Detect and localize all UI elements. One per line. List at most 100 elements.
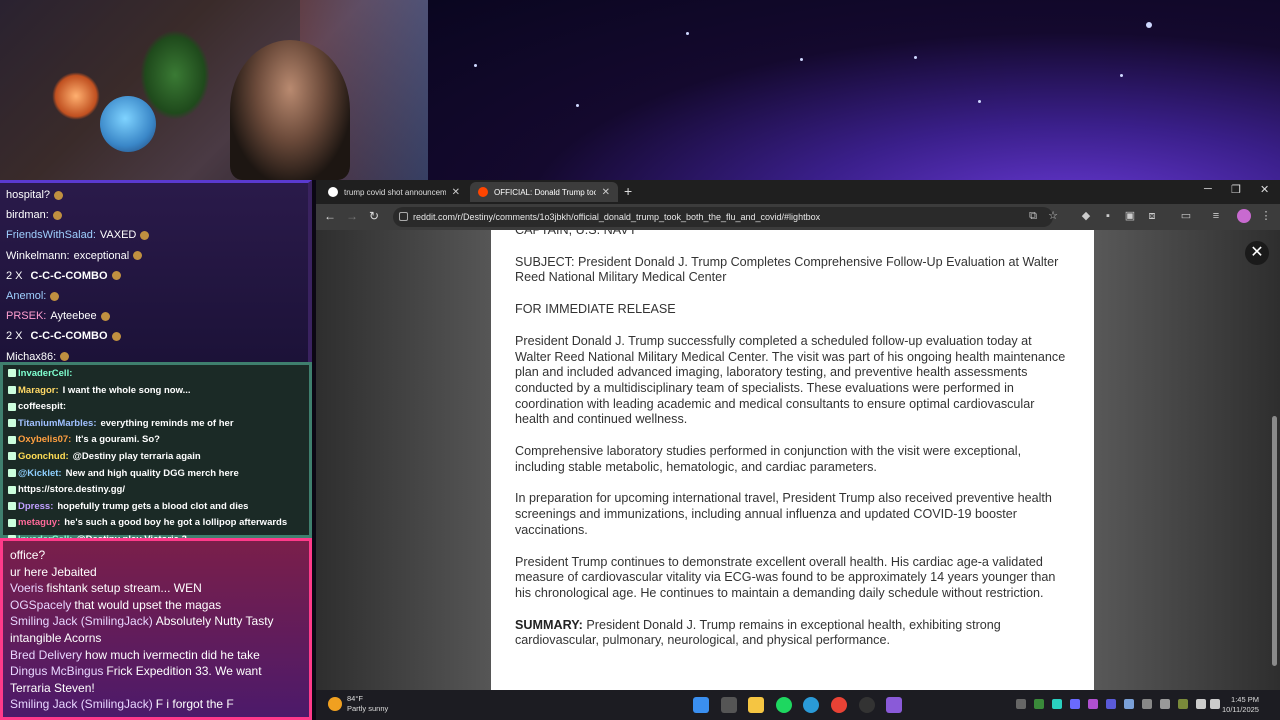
chat-username[interactable]: PRSEK: <box>6 310 46 322</box>
chat-username[interactable]: OGSpacely <box>10 598 71 612</box>
tray-app-icon[interactable] <box>1178 699 1188 709</box>
chat-username[interactable]: InvaderCell: <box>18 368 72 379</box>
chrome-icon[interactable] <box>831 697 847 713</box>
tray-app-icon[interactable] <box>1034 699 1044 709</box>
paragraph-1: President Donald J. Trump successfully c… <box>515 333 1066 427</box>
taskbar: 84°F Partly sunny 1:45 PM 10/11/2025 <box>316 690 1280 720</box>
chat-message: metaguy: he's such a good boy he got a lo… <box>8 515 304 532</box>
chat-message: hospital? <box>6 185 302 205</box>
chat-text: fishtank setup stream... WEN <box>46 581 202 596</box>
chat-username[interactable]: Voeris <box>10 581 43 595</box>
obs-icon[interactable] <box>859 697 875 713</box>
site-info-icon[interactable] <box>399 212 408 221</box>
lamp-image <box>52 72 100 120</box>
chat-username[interactable]: Michax86: <box>6 351 56 363</box>
tray-app-icon[interactable] <box>1052 699 1062 709</box>
chat-username[interactable]: Dpress: <box>18 501 53 512</box>
network-icon[interactable] <box>1196 699 1206 709</box>
tab-title: OFFICIAL: Donald Trump took b <box>494 187 596 197</box>
tray-app-icon[interactable] <box>1160 699 1170 709</box>
emote-icon <box>100 311 110 321</box>
spotify-icon[interactable] <box>776 697 792 713</box>
screen: hospital? birdman: FriendsWithSalad: VAXED W… <box>0 0 1280 720</box>
chat-username[interactable]: 2 X <box>6 330 23 342</box>
chat-username[interactable]: @Kicklet: <box>18 468 62 479</box>
profile-avatar[interactable] <box>1237 209 1251 223</box>
chat-username[interactable]: Smiling Jack (SmilingJack) <box>10 614 153 628</box>
chat-text: F i forgot the F <box>155 697 234 712</box>
weather-text: Partly sunny <box>347 704 389 713</box>
clock[interactable]: 1:45 PM 10/11/2025 <box>1222 695 1259 715</box>
screenshot-icon[interactable]: ⧉ <box>1027 210 1039 222</box>
close-tab-icon[interactable]: ✕ <box>602 187 610 198</box>
temperature: 84°F <box>347 694 363 703</box>
chat-text: I want the whole song now... <box>62 384 191 396</box>
chat-username[interactable]: FriendsWithSalad: <box>6 229 96 241</box>
chat-username[interactable]: Dingus McBingus <box>10 664 103 678</box>
close-lightbox-button[interactable]: ✕ <box>1245 241 1269 265</box>
chat-username[interactable]: Winkelmann: <box>6 250 70 262</box>
chat-username[interactable]: hospital? <box>6 189 50 201</box>
tray-app-icon[interactable] <box>1106 699 1116 709</box>
tab-trump-covid[interactable]: trump covid shot announceme ✕ <box>320 182 468 202</box>
chat-username[interactable]: Bred Delivery <box>10 648 82 662</box>
scrollbar[interactable] <box>1272 416 1277 666</box>
chat-username[interactable]: 2 X <box>6 270 23 282</box>
chat-username[interactable]: metaguy: <box>18 517 60 528</box>
chevron-up-icon[interactable] <box>1016 699 1026 709</box>
summary-label: SUMMARY: <box>515 617 583 632</box>
chat-panel-top: hospital? birdman: FriendsWithSalad: VAXED W… <box>0 180 312 363</box>
summary: SUMMARY: President Donald J. Trump remai… <box>515 618 1070 649</box>
close-tab-icon[interactable]: ✕ <box>452 187 460 198</box>
menu-icon[interactable]: ⋮ <box>1260 210 1272 222</box>
tray-app-icon[interactable] <box>1070 699 1080 709</box>
task-view-icon[interactable] <box>721 697 737 713</box>
chat-username[interactable]: Anemol: <box>6 290 46 302</box>
tray-app-icon[interactable] <box>1142 699 1152 709</box>
chat-username[interactable]: Oxybelis07: <box>18 434 71 445</box>
puzzle-extensions-icon[interactable]: ⧈ <box>1146 210 1158 222</box>
new-tab-icon[interactable]: + <box>624 183 632 199</box>
chat-message: Winkelmann: exceptional <box>6 246 302 266</box>
badge-icon <box>8 502 16 511</box>
reload-icon[interactable]: ↻ <box>369 209 379 223</box>
chat-username[interactable]: Smiling Jack (SmilingJack) <box>10 697 153 711</box>
forward-icon[interactable]: → <box>346 209 358 223</box>
streamer-image <box>230 40 350 180</box>
figurine-image <box>100 96 156 152</box>
chat-username[interactable]: Maragor: <box>18 385 59 396</box>
chat-username[interactable]: birdman: <box>6 209 49 221</box>
volume-icon[interactable] <box>1210 699 1220 709</box>
start-icon[interactable] <box>693 697 709 713</box>
app-icon[interactable] <box>886 697 902 713</box>
edge-icon[interactable] <box>803 697 819 713</box>
maximize-icon[interactable]: ❐ <box>1231 183 1241 196</box>
emote-icon <box>52 210 62 220</box>
bookmark-star-icon[interactable]: ☆ <box>1047 210 1059 222</box>
back-icon[interactable]: ← <box>324 209 336 223</box>
chat-username[interactable]: Goonchud: <box>18 451 69 462</box>
press-release-image: CAPTAIN, U.S. NAVY SUBJECT: President Do… <box>491 230 1094 690</box>
tray-app-icon[interactable] <box>1088 699 1098 709</box>
emote-icon <box>111 331 121 341</box>
chat-username[interactable]: TitaniumMarbles: <box>18 418 96 429</box>
extension-icon[interactable]: ▣ <box>1124 210 1136 222</box>
star-decoration <box>1146 22 1152 28</box>
file-explorer-icon[interactable] <box>748 697 764 713</box>
split-view-icon[interactable]: ▭ <box>1180 210 1192 222</box>
chat-username[interactable]: coffeespit: <box>18 401 66 412</box>
tab-search-icon[interactable]: ≡ <box>1210 210 1222 222</box>
trash-extension-icon[interactable]: ▪ <box>1102 210 1114 222</box>
chat-username[interactable]: https://store.destiny.gg/ <box>18 484 125 495</box>
tab-reddit-official[interactable]: OFFICIAL: Donald Trump took b ✕ <box>470 182 618 202</box>
minimize-icon[interactable]: ─ <box>1204 183 1212 195</box>
chat-text: @Destiny play terraria again <box>72 450 201 462</box>
steam-icon[interactable] <box>1124 699 1134 709</box>
badge-icon <box>8 485 16 494</box>
weather-widget[interactable]: 84°F Partly sunny <box>328 694 388 714</box>
address-bar[interactable]: reddit.com/r/Destiny/comments/1o3jbkh/of… <box>393 207 1053 227</box>
extension-icon[interactable]: ◆ <box>1080 210 1092 222</box>
close-window-icon[interactable]: ✕ <box>1260 183 1269 196</box>
chat-message: 2 X C-C-C-COMBO <box>6 326 302 346</box>
chat-message: FriendsWithSalad: VAXED <box>6 225 302 245</box>
